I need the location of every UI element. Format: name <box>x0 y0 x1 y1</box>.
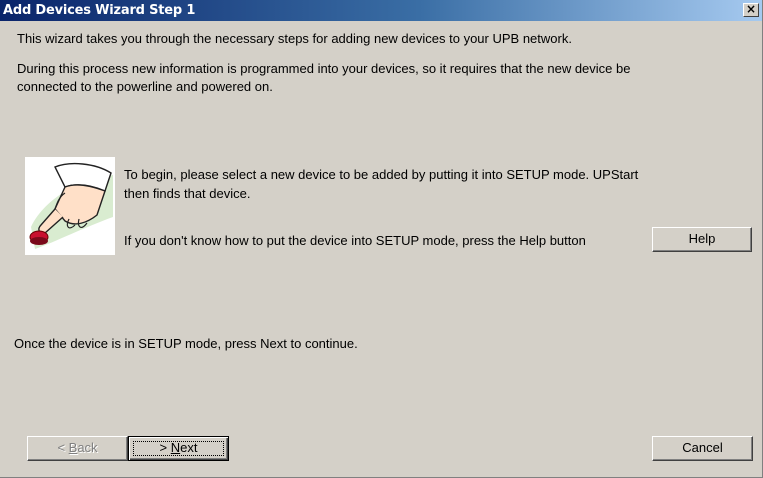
help-button[interactable]: Help <box>652 227 752 252</box>
pointing-hand-pressing-button-icon <box>25 157 115 255</box>
window-title: Add Devices Wizard Step 1 <box>3 3 196 18</box>
back-button-label: < Back <box>57 440 98 455</box>
help-button-label: Help <box>688 231 716 246</box>
close-glyph: × <box>745 2 757 16</box>
intro-text: This wizard takes you through the necess… <box>17 31 572 46</box>
cancel-button[interactable]: Cancel <box>652 436 753 461</box>
help-instructions: If you don't know how to put the device … <box>124 233 586 248</box>
begin-text-line2: then finds that device. <box>124 186 251 201</box>
wizard-dialog: Add Devices Wizard Step 1 × This wizard … <box>0 0 763 478</box>
continue-instructions: Once the device is in SETUP mode, press … <box>14 336 358 351</box>
next-button[interactable]: > Next <box>128 436 229 461</box>
title-bar[interactable]: Add Devices Wizard Step 1 × <box>0 0 762 21</box>
begin-text-line1: To begin, please select a new device to … <box>124 167 639 182</box>
process-text-line2: connected to the powerline and powered o… <box>17 79 273 94</box>
cancel-button-label: Cancel <box>682 440 723 455</box>
back-button[interactable]: < Back <box>27 436 128 461</box>
next-button-label: > Next <box>159 440 198 455</box>
close-icon[interactable]: × <box>743 3 759 17</box>
process-text-line1: During this process new information is p… <box>17 61 631 76</box>
